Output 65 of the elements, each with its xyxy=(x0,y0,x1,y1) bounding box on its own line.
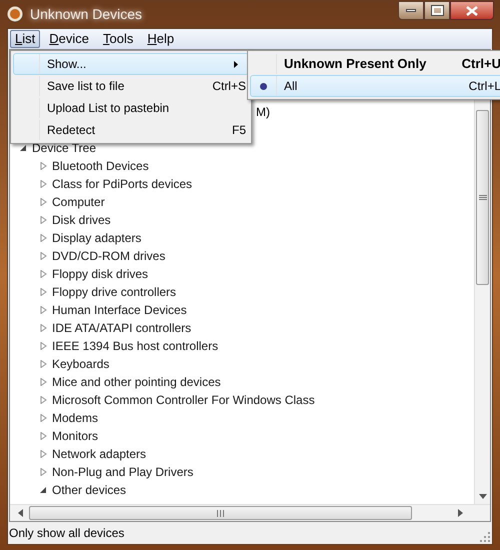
menu-item[interactable]: Save list to file Ctrl+S xyxy=(13,75,249,97)
menu-item[interactable]: Show... xyxy=(13,53,249,75)
tree-item[interactable]: Mice and other pointing devices xyxy=(52,373,221,391)
menu-item[interactable]: Unknown Present Only Ctrl+U xyxy=(250,53,500,75)
maximize-icon xyxy=(432,6,442,15)
tree-item[interactable]: Microsoft Common Controller For Windows Class xyxy=(52,391,315,409)
minimize-button[interactable] xyxy=(398,1,424,20)
tree-item[interactable]: IEEE 1394 Bus host controllers xyxy=(52,337,218,355)
scroll-left-icon[interactable] xyxy=(18,509,23,517)
collapse-triangle-icon[interactable] xyxy=(40,486,47,494)
expand-triangle-icon[interactable] xyxy=(40,432,47,440)
menu-item[interactable]: List xyxy=(10,30,40,48)
menu-item[interactable]: Upload List to pastebin xyxy=(13,97,249,119)
expand-triangle-icon[interactable] xyxy=(40,216,47,224)
expand-triangle-icon[interactable] xyxy=(40,468,47,476)
tree-item[interactable]: Modems xyxy=(52,409,98,427)
expand-triangle-icon[interactable] xyxy=(40,162,47,170)
scrollbar-thumb[interactable] xyxy=(29,506,412,520)
expand-triangle-icon[interactable] xyxy=(40,378,47,386)
expand-triangle-icon[interactable] xyxy=(40,342,47,350)
expand-triangle-icon[interactable] xyxy=(40,360,47,368)
tree-item[interactable]: Floppy drive controllers xyxy=(52,283,176,301)
window-title: Unknown Devices xyxy=(30,4,142,24)
tree-item[interactable]: Monitors xyxy=(52,427,98,445)
expand-triangle-icon[interactable] xyxy=(40,450,47,458)
tree-item[interactable]: Human Interface Devices xyxy=(52,301,187,319)
tree-item[interactable]: Computer xyxy=(52,193,105,211)
expand-triangle-icon[interactable] xyxy=(40,288,47,296)
tree-item[interactable]: Other devices xyxy=(52,481,126,499)
close-icon xyxy=(466,6,478,16)
tree-item[interactable]: Network adapters xyxy=(52,445,146,463)
expand-triangle-icon[interactable] xyxy=(40,180,47,188)
minimize-icon xyxy=(406,9,416,12)
maximize-button[interactable] xyxy=(424,1,450,20)
menu-item[interactable]: Help xyxy=(142,30,180,48)
tree-item[interactable]: IDE ATA/ATAPI controllers xyxy=(52,319,192,337)
expand-triangle-icon[interactable] xyxy=(40,198,47,206)
app-icon xyxy=(6,5,24,23)
tree-item[interactable]: Floppy disk drives xyxy=(52,265,148,283)
collapse-triangle-icon[interactable] xyxy=(20,144,27,152)
tree-item[interactable]: Keyboards xyxy=(52,355,110,373)
menu-item[interactable]: Device xyxy=(44,30,94,48)
expand-triangle-icon[interactable] xyxy=(40,306,47,314)
menu-item[interactable]: Tools xyxy=(98,30,138,48)
close-button[interactable] xyxy=(450,1,494,20)
horizontal-scrollbar[interactable] xyxy=(10,504,490,521)
scrollbar-thumb[interactable] xyxy=(476,110,489,285)
expand-triangle-icon[interactable] xyxy=(40,234,47,242)
expand-triangle-icon[interactable] xyxy=(40,252,47,260)
status-text: Only show all devices xyxy=(9,525,124,542)
tree-item[interactable]: Disk drives xyxy=(52,211,111,229)
expand-triangle-icon[interactable] xyxy=(40,324,47,332)
scroll-right-icon[interactable] xyxy=(458,509,463,517)
expand-triangle-icon[interactable] xyxy=(40,396,47,404)
tree-item[interactable]: Display adapters xyxy=(52,229,142,247)
tree-item[interactable]: Non-Plug and Play Drivers xyxy=(52,463,194,481)
tree-item[interactable]: Bluetooth Devices xyxy=(52,157,149,175)
expand-triangle-icon[interactable] xyxy=(40,414,47,422)
tree-item[interactable]: M) xyxy=(256,103,270,121)
tree-item[interactable]: DVD/CD-ROM drives xyxy=(52,247,166,265)
expand-triangle-icon[interactable] xyxy=(40,270,47,278)
scroll-down-icon[interactable] xyxy=(479,494,487,499)
resize-grip-icon[interactable] xyxy=(480,532,490,542)
menu-item[interactable]: Redetect F5 xyxy=(13,119,249,141)
tree-item[interactable]: Class for PdiPorts devices xyxy=(52,175,192,193)
